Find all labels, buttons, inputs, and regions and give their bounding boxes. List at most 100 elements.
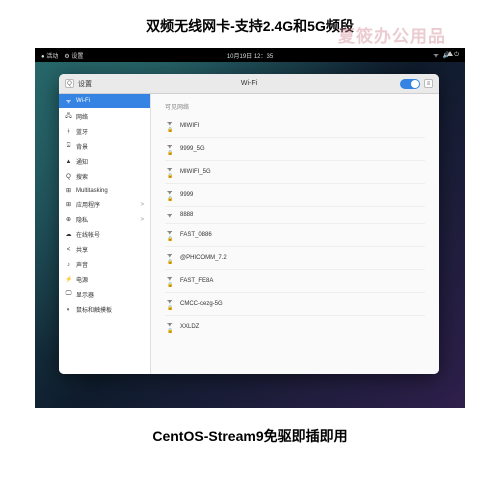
sidebar-item-label: 鼠标和触摸板 bbox=[76, 305, 112, 314]
sidebar-item-2[interactable]: ᚼ 蓝牙 bbox=[59, 124, 150, 139]
window-titlebar: Q 设置 Wi-Fi ≡ bbox=[59, 74, 439, 94]
sidebar-icon: ⊞ bbox=[65, 187, 72, 194]
sidebar-icon: ⚡ bbox=[65, 276, 72, 283]
network-name: XXLDZ bbox=[180, 324, 199, 330]
sidebar-item-4[interactable]: ▲ 通知 bbox=[59, 154, 150, 169]
menu-button[interactable]: ≡ bbox=[424, 79, 433, 88]
sidebar-item-14[interactable]: ◐ 鼠标和触摸板 bbox=[59, 302, 150, 317]
lock-icon: 🔒 bbox=[167, 173, 173, 179]
wifi-signal-icon: ᯤ bbox=[167, 211, 175, 219]
sidebar-icon: < bbox=[65, 247, 72, 253]
sidebar-icon: ◐ bbox=[65, 307, 72, 313]
settings-sidebar: ᯤ Wi-Fi 🖧 网络 ᚼ 蓝牙 ⍓ 背景 ▲ 通知 Q 搜索 ⊞ Multitasking ⊞ 应用程序 >… bbox=[59, 94, 151, 374]
sidebar-icon: Q bbox=[65, 174, 72, 180]
sidebar-item-12[interactable]: ⚡电源 bbox=[59, 272, 150, 287]
lock-icon: 🔒 bbox=[167, 150, 173, 156]
lock-icon: 🔒 bbox=[167, 236, 173, 242]
sidebar-item-5[interactable]: Q 搜索 bbox=[59, 169, 150, 184]
network-name: CMCC-cezg-5G bbox=[180, 301, 223, 307]
topbar-triangle-icon bbox=[447, 51, 453, 56]
sidebar-item-11[interactable]: ♪声音 bbox=[59, 257, 150, 272]
network-name: 9999 bbox=[180, 192, 193, 198]
sidebar-item-10[interactable]: < 共享 bbox=[59, 242, 150, 257]
network-item[interactable]: ᯤ🔒 FAST_FE8A bbox=[165, 270, 425, 293]
sidebar-item-label: 显示器 bbox=[76, 290, 94, 299]
network-item[interactable]: ᯤ🔒 MIWIFI bbox=[165, 115, 425, 138]
network-item[interactable]: ᯤ🔒 FAST_0886 bbox=[165, 224, 425, 247]
lock-icon: 🔒 bbox=[167, 282, 173, 288]
wifi-signal-icon: ᯤ🔒 bbox=[167, 142, 175, 156]
desktop-screen: ● 活动 ⚙ 设置 10月19日 12：35 ᯤ 🔊 ⏻ Q 设置 Wi-Fi … bbox=[35, 48, 465, 408]
sidebar-item-label: 通知 bbox=[76, 157, 88, 166]
network-name: MIWIFI_5G bbox=[180, 169, 211, 175]
sidebar-item-label: 应用程序 bbox=[76, 200, 100, 209]
network-item[interactable]: ᯤ🔒 MIWIFI_5G bbox=[165, 161, 425, 184]
sidebar-icon: ⍓ bbox=[65, 143, 72, 150]
sidebar-item-label: Multitasking bbox=[76, 188, 108, 194]
wifi-signal-icon: ᯤ🔒 bbox=[167, 297, 175, 311]
sidebar-item-label: 隐私 bbox=[76, 215, 88, 224]
sidebar-item-8[interactable]: ⊕ 隐私 > bbox=[59, 212, 150, 227]
sidebar-item-label: 在线帐号 bbox=[76, 230, 100, 239]
sidebar-icon: ▲ bbox=[65, 159, 72, 165]
sidebar-item-0[interactable]: ᯤ Wi-Fi bbox=[59, 94, 150, 108]
sidebar-item-3[interactable]: ⍓ 背景 bbox=[59, 139, 150, 154]
sidebar-item-label: 背景 bbox=[76, 142, 88, 151]
network-name: MIWIFI bbox=[180, 123, 199, 129]
lock-icon: 🔒 bbox=[167, 328, 173, 334]
section-visible-networks: 可见网络 bbox=[165, 102, 425, 111]
sidebar-icon: 🖧 bbox=[65, 111, 72, 121]
lock-icon: 🔒 bbox=[167, 196, 173, 202]
network-name: FAST_0886 bbox=[180, 232, 212, 238]
page-title-top: 双频无线网卡-支持2.4G和5G频段 bbox=[0, 0, 500, 42]
power-status-icon: ⏻ bbox=[454, 52, 459, 59]
wifi-signal-icon: ᯤ🔒 bbox=[167, 274, 175, 288]
wifi-signal-icon: ᯤ🔒 bbox=[167, 165, 175, 179]
sidebar-item-label: 共享 bbox=[76, 245, 88, 254]
wifi-signal-icon: ᯤ🔒 bbox=[167, 228, 175, 242]
lock-icon: 🔒 bbox=[167, 305, 173, 311]
sidebar-icon: ⊞ bbox=[65, 201, 72, 208]
activities-button[interactable]: ● 活动 bbox=[41, 51, 58, 60]
wifi-toggle[interactable] bbox=[400, 79, 420, 89]
chevron-right-icon: > bbox=[140, 217, 144, 223]
window-title-left: 设置 bbox=[78, 79, 92, 89]
lock-icon: 🔒 bbox=[167, 259, 173, 265]
sidebar-item-label: 网络 bbox=[76, 112, 88, 121]
network-item[interactable]: ᯤ🔒@PHICOMM_7.2 bbox=[165, 247, 425, 270]
sidebar-item-label: 搜索 bbox=[76, 172, 88, 181]
search-button[interactable]: Q bbox=[65, 79, 74, 88]
sidebar-item-label: Wi-Fi bbox=[76, 98, 90, 104]
network-item[interactable]: ᯤ🔒 9999 bbox=[165, 184, 425, 207]
network-item[interactable]: ᯤ🔒 9999_5G bbox=[165, 138, 425, 161]
sidebar-icon: 🖵 bbox=[65, 291, 72, 298]
sidebar-item-7[interactable]: ⊞应用程序> bbox=[59, 197, 150, 212]
app-menu[interactable]: ⚙ 设置 bbox=[64, 51, 83, 60]
topbar-datetime[interactable]: 10月19日 12：35 bbox=[227, 51, 273, 60]
network-list: ᯤ🔒MIWIFIᯤ🔒9999_5Gᯤ🔒MIWIFI_5Gᯤ🔒9999ᯤ8888ᯤ… bbox=[165, 115, 425, 338]
sidebar-item-6[interactable]: ⊞ Multitasking bbox=[59, 184, 150, 197]
sidebar-icon: ᚼ bbox=[65, 129, 72, 135]
sidebar-item-label: 蓝牙 bbox=[76, 127, 88, 136]
sidebar-item-1[interactable]: 🖧 网络 bbox=[59, 108, 150, 124]
network-name: 9999_5G bbox=[180, 146, 205, 152]
network-item[interactable]: ᯤ 8888 bbox=[165, 207, 425, 224]
network-name: @PHICOMM_7.2 bbox=[180, 255, 227, 261]
network-name: FAST_FE8A bbox=[180, 278, 213, 284]
wifi-signal-icon: ᯤ🔒 bbox=[167, 320, 175, 334]
sidebar-item-13[interactable]: 🖵 显示器 bbox=[59, 287, 150, 302]
sidebar-icon: ☁ bbox=[65, 231, 72, 238]
sidebar-icon: ᯤ bbox=[65, 97, 72, 105]
sidebar-icon: ⊕ bbox=[65, 216, 72, 223]
network-item[interactable]: ᯤ🔒 CMCC-cezg-5G bbox=[165, 293, 425, 316]
network-item[interactable]: ᯤ🔒 XXLDZ bbox=[165, 316, 425, 338]
sidebar-item-label: 声音 bbox=[76, 260, 88, 269]
page-title-bottom: CentOS-Stream9免驱即插即用 bbox=[0, 408, 500, 464]
wifi-signal-icon: ᯤ🔒 bbox=[167, 119, 175, 133]
gnome-topbar: ● 活动 ⚙ 设置 10月19日 12：35 ᯤ 🔊 ⏻ bbox=[35, 48, 465, 62]
network-name: 8888 bbox=[180, 212, 193, 218]
wifi-signal-icon: ᯤ🔒 bbox=[167, 188, 175, 202]
network-status-icon: ᯤ bbox=[433, 51, 438, 59]
window-title-center: Wi-Fi bbox=[241, 80, 257, 87]
sidebar-item-9[interactable]: ☁ 在线帐号 bbox=[59, 227, 150, 242]
